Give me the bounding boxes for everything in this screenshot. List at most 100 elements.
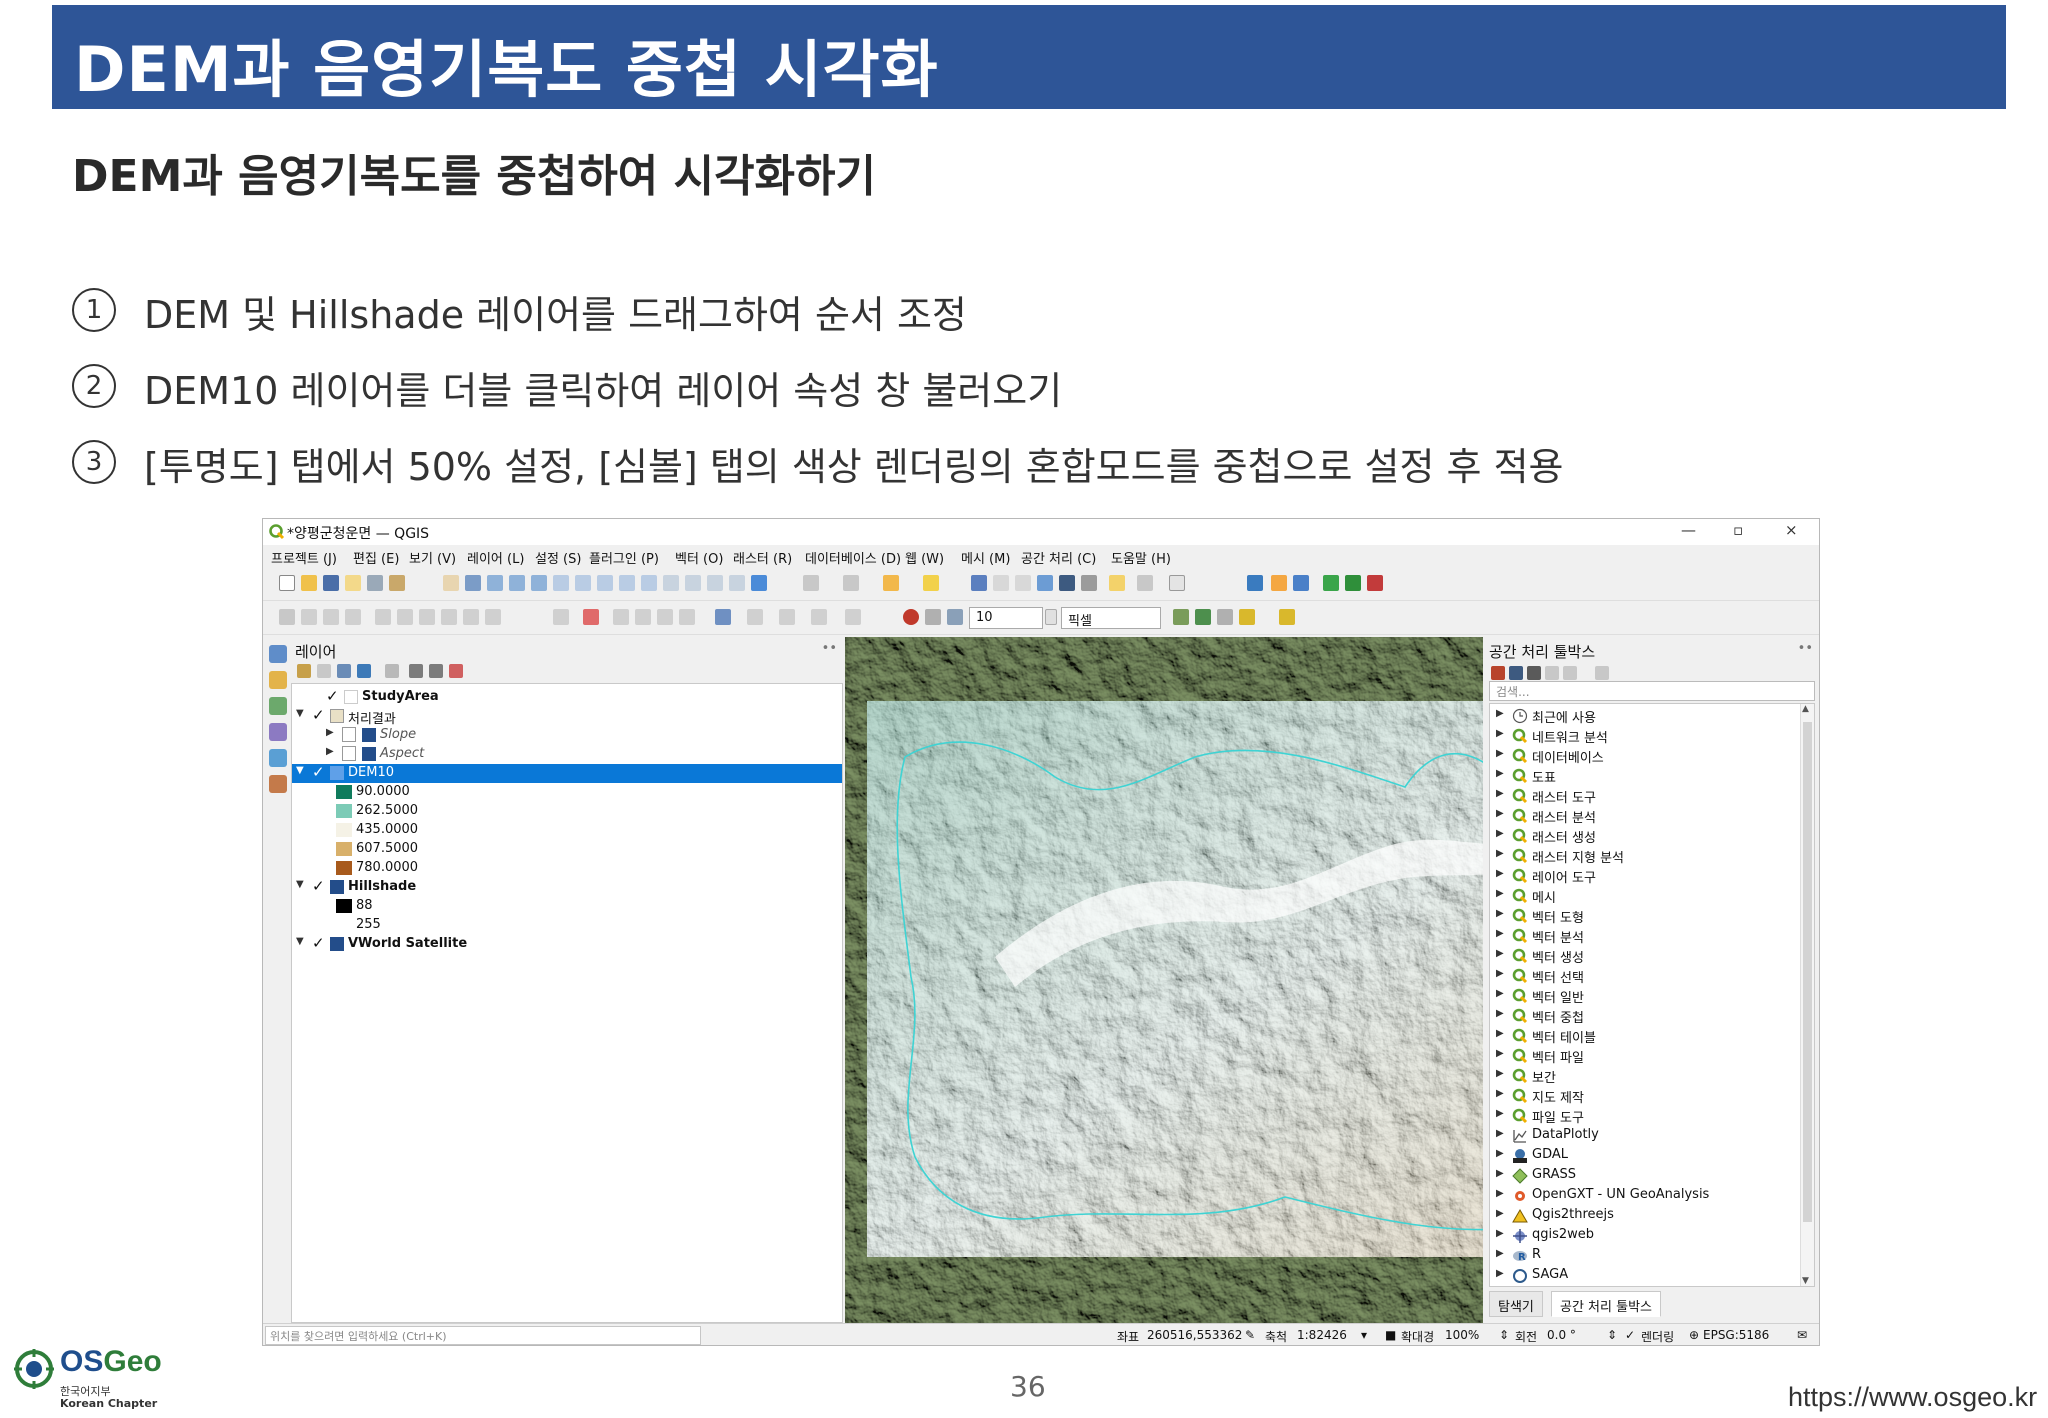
menu-processing[interactable]: 공간 처리 (C) <box>1021 548 1096 567</box>
locator-search-input[interactable]: 위치를 찾으려면 입력하세요 (Ctrl+K) <box>265 1326 701 1345</box>
new-map-view-icon[interactable] <box>663 575 679 591</box>
copy-features-icon[interactable] <box>441 609 457 625</box>
save-as-icon[interactable] <box>345 575 361 591</box>
algorithm-group[interactable]: ▶ GRASS <box>1490 1166 1814 1186</box>
magnifier-lock-icon[interactable]: ■ <box>1385 1328 1396 1342</box>
plugin-extra-icon[interactable] <box>1367 575 1383 591</box>
expand-arrow-icon[interactable]: ▶ <box>1496 908 1504 919</box>
expand-arrow-icon[interactable]: ▶ <box>326 746 334 757</box>
expand-arrow-icon[interactable]: ▶ <box>1496 868 1504 879</box>
expand-arrow-icon[interactable]: ▶ <box>1496 948 1504 959</box>
trace-icon[interactable] <box>1239 609 1255 625</box>
scale-value[interactable]: 1:82426 <box>1297 1328 1347 1342</box>
scrollbar-thumb[interactable] <box>1803 722 1812 1222</box>
algorithm-group[interactable]: ▶ 래스터 지형 분석 <box>1490 846 1814 866</box>
algorithm-group[interactable]: ▶ 래스터 도구 <box>1490 786 1814 806</box>
scroll-up-icon[interactable]: ▲ <box>1802 704 1809 714</box>
layer-visibility-checkbox[interactable]: ✓ <box>312 936 326 951</box>
snapping-icon[interactable] <box>715 609 731 625</box>
layer-slope[interactable]: ▶ Slope <box>292 726 842 745</box>
coordinate-value[interactable]: 260516,553362 <box>1147 1328 1242 1342</box>
select-icon[interactable] <box>843 575 859 591</box>
expand-arrow-icon[interactable]: ▶ <box>1496 1268 1504 1279</box>
new-3d-view-icon[interactable] <box>685 575 701 591</box>
tab-browser[interactable]: 탐색기 <box>1489 1291 1543 1317</box>
save-edits-icon[interactable] <box>323 609 339 625</box>
rotate-label-icon[interactable] <box>657 609 673 625</box>
undo-icon[interactable] <box>1293 575 1309 591</box>
expand-arrow-icon[interactable]: ▶ <box>1496 1168 1504 1179</box>
zoom-selection-icon[interactable] <box>553 575 569 591</box>
menu-vector[interactable]: 벡터 (O) <box>675 548 723 567</box>
layer-visibility-checkbox[interactable]: ✓ <box>312 879 326 894</box>
magnet-snapping-icon[interactable] <box>903 609 919 625</box>
algorithm-group[interactable]: ▶ 파일 도구 <box>1490 1106 1814 1126</box>
algorithm-group[interactable]: ▶ 벡터 테이블 <box>1490 1026 1814 1046</box>
processing-toolbox-icon[interactable] <box>1037 575 1053 591</box>
expand-arrow-icon[interactable]: ▶ <box>1496 708 1504 719</box>
filter-legend-icon[interactable] <box>357 664 371 678</box>
expand-arrow-icon[interactable]: ▶ <box>326 727 334 738</box>
text-annotation-icon[interactable] <box>1169 575 1185 591</box>
zoom-layer-icon[interactable] <box>575 575 591 591</box>
menu-plugins[interactable]: 플러그인 (P) <box>589 548 659 567</box>
refresh-icon[interactable] <box>751 575 767 591</box>
identify-features-icon[interactable] <box>971 575 987 591</box>
layer-visibility-checkbox[interactable]: ✓ <box>326 689 340 704</box>
tab-processing-toolbox[interactable]: 공간 처리 툴박스 <box>1551 1291 1661 1317</box>
open-project-icon[interactable] <box>301 575 317 591</box>
paste-features-icon[interactable] <box>463 609 479 625</box>
expand-arrow-icon[interactable]: ▶ <box>1496 1048 1504 1059</box>
expand-arrow-icon[interactable]: ▶ <box>1496 968 1504 979</box>
current-edits-icon[interactable] <box>279 609 295 625</box>
layer-aspect[interactable]: ▶ Aspect <box>292 745 842 764</box>
menu-help[interactable]: 도움말 (H) <box>1111 548 1171 567</box>
algorithm-group[interactable]: ▶ SAGA <box>1490 1266 1814 1286</box>
rotation-spin-icon[interactable]: ⇕ <box>1607 1328 1617 1342</box>
magnifier-value[interactable]: 100% <box>1445 1328 1479 1342</box>
panel-options-icon[interactable]: •• <box>1798 641 1813 656</box>
statistical-summary-icon[interactable] <box>1059 575 1075 591</box>
algorithm-group[interactable]: ▶ 벡터 생성 <box>1490 946 1814 966</box>
snapping-units-select[interactable]: 픽셀 <box>1061 607 1161 629</box>
pan-to-selection-icon[interactable] <box>465 575 481 591</box>
expand-arrow-icon[interactable]: ▶ <box>1496 808 1504 819</box>
expand-arrow-icon[interactable]: ▶ <box>1496 1148 1504 1159</box>
snapping-mode-icon[interactable] <box>925 609 941 625</box>
algorithm-group[interactable]: ▶ 벡터 중첩 <box>1490 1006 1814 1026</box>
spinbox-arrows-icon[interactable] <box>1045 609 1057 625</box>
maximize-button[interactable]: ▫ <box>1733 521 1743 539</box>
expand-arrow-icon[interactable]: ▶ <box>1496 1008 1504 1019</box>
pin-label-icon[interactable] <box>583 609 599 625</box>
globe-icon[interactable] <box>1345 575 1361 591</box>
new-project-icon[interactable] <box>279 575 295 591</box>
toggle-editing-icon[interactable] <box>301 609 317 625</box>
attribute-table-icon[interactable] <box>993 575 1009 591</box>
messages-icon[interactable]: ✉ <box>1797 1328 1807 1342</box>
expand-arrow-icon[interactable]: ▶ <box>1496 768 1504 779</box>
algorithm-group[interactable]: ▶ Qgis2threejs <box>1490 1206 1814 1226</box>
menu-settings[interactable]: 설정 (S) <box>535 548 581 567</box>
add-group-icon[interactable] <box>317 664 331 678</box>
manage-visibility-icon[interactable] <box>337 664 351 678</box>
toolbox-search-input[interactable]: 검색... <box>1489 681 1815 701</box>
print-layout-icon[interactable] <box>367 575 383 591</box>
rotation-value[interactable]: 0.0 ° <box>1547 1328 1576 1342</box>
expand-arrow-icon[interactable]: ▶ <box>1496 1028 1504 1039</box>
group-visibility-checkbox[interactable]: ✓ <box>312 708 326 723</box>
algorithm-group[interactable]: ▶ 보간 <box>1490 1066 1814 1086</box>
models-icon[interactable] <box>1491 666 1505 680</box>
expand-arrow-icon[interactable]: ▶ <box>1496 788 1504 799</box>
tracing-icon[interactable] <box>1279 609 1295 625</box>
menu-layer[interactable]: 레이어 (L) <box>467 548 524 567</box>
map-tips-icon[interactable] <box>1109 575 1125 591</box>
topology-icon[interactable] <box>1173 609 1189 625</box>
add-delimited-text-icon[interactable] <box>269 723 287 741</box>
layer-style-icon[interactable] <box>297 664 311 678</box>
annotation-icon[interactable] <box>1137 575 1153 591</box>
expand-all-icon[interactable] <box>409 664 423 678</box>
algorithm-group[interactable]: ▶ 도표 <box>1490 766 1814 786</box>
terrain-icon[interactable] <box>1323 575 1339 591</box>
expand-arrow-icon[interactable]: ▶ <box>1496 1068 1504 1079</box>
redo-icon[interactable] <box>485 609 501 625</box>
